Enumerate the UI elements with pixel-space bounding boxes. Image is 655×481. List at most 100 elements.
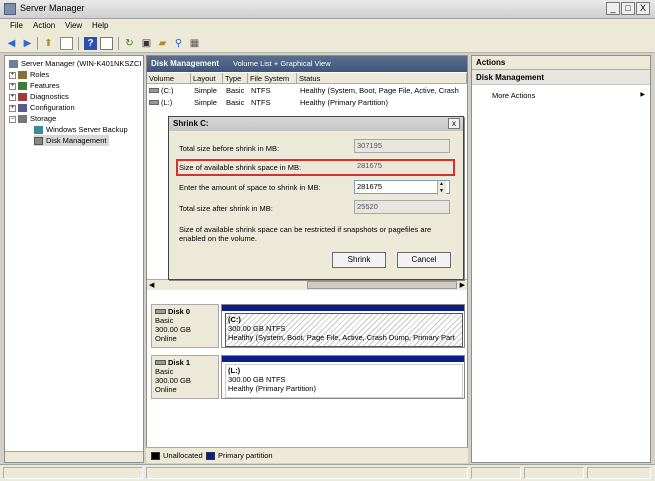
toolbar-separator (78, 37, 79, 50)
cancel-button[interactable]: Cancel (397, 252, 451, 268)
partition-body: (L:) 300.00 GB NTFS Healthy (Primary Par… (225, 364, 463, 398)
tree-item-configuration[interactable]: + Configuration (9, 102, 75, 113)
export-icon[interactable]: ▣ (140, 37, 153, 50)
tree-item-disk-management[interactable]: Disk Management (34, 135, 110, 146)
tree-item-label: Features (30, 81, 60, 90)
tree-item-label: Storage (30, 114, 57, 123)
layout-cell: Simple (194, 98, 217, 107)
menu-action[interactable]: Action (33, 21, 55, 30)
disk-icon (155, 309, 166, 314)
legend-unallocated-label: Unallocated (163, 451, 203, 460)
expand-icon[interactable]: + (9, 93, 16, 101)
properties-icon[interactable] (100, 37, 113, 50)
pane-title: Disk Management (151, 59, 220, 68)
tree-item-label: Windows Server Backup (46, 125, 128, 134)
disk-size: 300.00 GB (155, 325, 191, 334)
disk-info[interactable]: Disk 1 Basic 300.00 GB Online (151, 355, 219, 399)
view-mode-label: Volume List + Graphical View (233, 59, 331, 68)
shrink-amount-label: Enter the amount of space to shrink in M… (179, 183, 321, 192)
column-header-status[interactable]: Status (297, 73, 467, 84)
open-icon[interactable]: ▰ (156, 37, 169, 50)
file-system-cell: NTFS (251, 86, 271, 95)
toolbar-separator (37, 37, 38, 50)
partition-size: 300.00 GB NTFS (228, 324, 286, 333)
shrink-dialog: Shrink C: x Total size before shrink in … (168, 116, 464, 280)
back-icon[interactable]: ◀ (5, 37, 18, 50)
column-header-layout[interactable]: Layout (191, 73, 223, 84)
status-segment (471, 467, 521, 479)
type-cell: Basic (226, 86, 245, 95)
tree-item-label: Diagnostics (30, 92, 69, 101)
actions-pane: Actions Disk Management More Actions ▶ (471, 55, 651, 463)
tree-root-label: Server Manager (WIN-K401NKSZCI (21, 59, 142, 68)
volume-cell: (L:) (161, 98, 173, 107)
status-bar (0, 464, 655, 481)
column-header-file-system[interactable]: File System (248, 73, 297, 84)
shrink-amount-stepper[interactable]: ▲ ▼ (437, 181, 446, 195)
tree-item-roles[interactable]: + Roles (9, 69, 49, 80)
tree-item-label: Configuration (30, 103, 75, 112)
volume-cell: (C:) (161, 86, 174, 95)
partition-c[interactable]: (C:) 300.00 GB NTFS Healthy (System, Boo… (221, 304, 465, 348)
restore-button[interactable]: □ (621, 2, 635, 15)
actions-section[interactable]: Disk Management (472, 70, 650, 85)
tree-item-windows-server-backup[interactable]: Windows Server Backup (34, 124, 128, 135)
dialog-note: Size of available shrink space can be re… (179, 225, 432, 243)
find-icon[interactable]: ⚲ (172, 37, 185, 50)
scroll-right-icon[interactable]: ▶ (460, 281, 465, 289)
forward-icon[interactable]: ▶ (21, 37, 34, 50)
menu-help[interactable]: Help (92, 21, 108, 30)
dialog-close-button[interactable]: x (448, 118, 460, 129)
tree-item-storage[interactable]: − Storage (9, 113, 56, 124)
menu-view[interactable]: View (65, 21, 82, 30)
expand-icon[interactable]: + (9, 104, 16, 112)
partition-l[interactable]: (L:) 300.00 GB NTFS Healthy (Primary Par… (221, 355, 465, 399)
status-cell: Healthy (System, Boot, Page File, Active… (300, 86, 459, 95)
expand-icon[interactable]: + (9, 71, 16, 79)
unallocated-swatch (151, 452, 160, 460)
submenu-arrow-icon: ▶ (640, 92, 645, 98)
table-row[interactable]: (C:) (149, 86, 191, 96)
column-header-volume[interactable]: Volume (147, 73, 191, 84)
scroll-left-icon[interactable]: ◀ (149, 281, 154, 289)
disk-icon (34, 137, 43, 146)
menu-bar: File Action View Help (0, 19, 655, 34)
more-actions-item[interactable]: More Actions ▶ (492, 91, 647, 102)
column-header-type[interactable]: Type (223, 73, 248, 84)
volume-list-horizontal-scrollbar[interactable]: ◀ ▶ (147, 279, 467, 290)
close-button[interactable]: X (636, 2, 650, 15)
tree-item-diagnostics[interactable]: + Diagnostics (9, 91, 69, 102)
collapse-icon[interactable]: − (9, 115, 16, 123)
expand-icon[interactable]: + (9, 82, 16, 90)
refresh-icon[interactable]: ↻ (123, 37, 136, 50)
status-segment (524, 467, 584, 479)
spin-up-icon[interactable]: ▲ (439, 181, 444, 187)
legend: Unallocated Primary partition (146, 447, 468, 463)
up-icon[interactable]: ⬆ (42, 37, 55, 50)
tree-item-features[interactable]: + Features (9, 80, 60, 91)
table-row[interactable]: (L:) (149, 98, 191, 108)
status-segment (587, 467, 651, 479)
server-manager-icon (4, 3, 16, 15)
disk-state: Online (155, 334, 177, 343)
disk-type: Basic (155, 367, 174, 376)
minimize-button[interactable]: _ (606, 2, 620, 15)
shrink-button[interactable]: Shrink (332, 252, 386, 268)
partition-status: Healthy (System, Boot, Page File, Active… (228, 333, 455, 342)
settings-icon[interactable]: ▦ (188, 37, 201, 50)
disk-name-label: Disk 0 (168, 307, 191, 316)
legend-primary-label: Primary partition (218, 451, 273, 460)
help-icon[interactable]: ? (84, 37, 97, 50)
drive-icon (149, 100, 159, 105)
menu-file[interactable]: File (10, 21, 23, 30)
spin-down-icon[interactable]: ▼ (439, 188, 444, 194)
tree-horizontal-scrollbar[interactable] (5, 451, 143, 462)
show-hide-tree-icon[interactable] (60, 37, 73, 50)
scroll-thumb[interactable] (307, 281, 457, 289)
disk-name: Disk 0 (155, 307, 215, 316)
shrink-amount-input[interactable]: 281675 (354, 180, 450, 194)
disk-info[interactable]: Disk 0 Basic 300.00 GB Online (151, 304, 219, 348)
tree-root[interactable]: Server Manager (WIN-K401NKSZCI (9, 58, 141, 69)
disk-type: Basic (155, 316, 174, 325)
partition-type-bar (222, 305, 464, 311)
